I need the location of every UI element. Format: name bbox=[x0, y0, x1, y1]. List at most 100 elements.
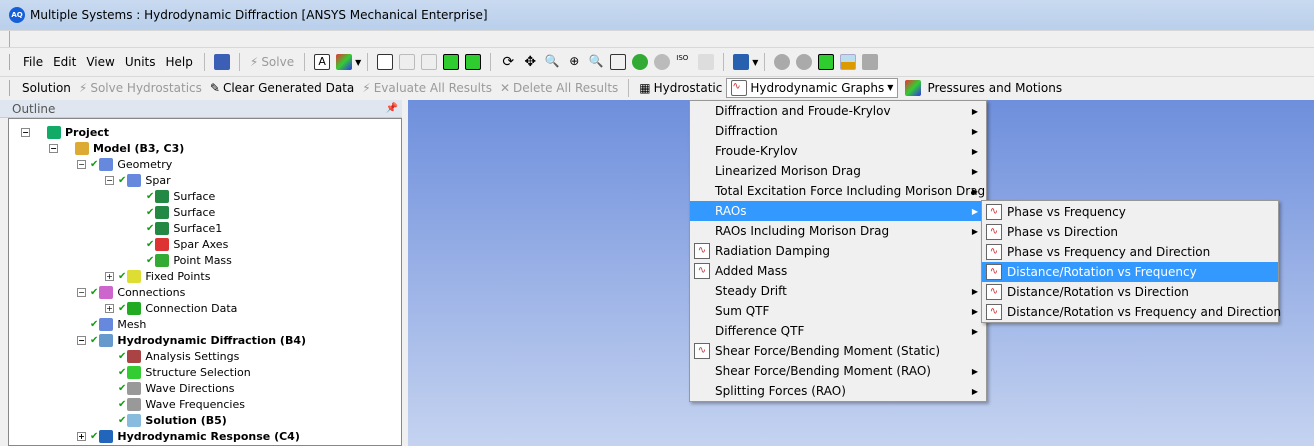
tree-node-label: Point Mass bbox=[173, 253, 232, 267]
toolbar-grip[interactable] bbox=[9, 54, 12, 70]
select-bodies-icon[interactable] bbox=[465, 54, 482, 70]
menu-item[interactable]: Shear Force/Bending Moment (RAO) ▶ bbox=[690, 361, 986, 381]
menu-item[interactable]: Steady Drift ▶ bbox=[690, 281, 986, 301]
toolbar-grip[interactable] bbox=[9, 79, 12, 96]
tree-node[interactable]: + ✔ Connection Data bbox=[105, 300, 237, 316]
tree-node[interactable]: ✔ Structure Selection bbox=[105, 364, 251, 380]
pin-icon[interactable]: 📌 bbox=[386, 100, 398, 118]
tree-node[interactable]: + ✔ Fixed Points bbox=[105, 268, 210, 284]
select-face-icon[interactable] bbox=[421, 54, 438, 70]
expand-icon[interactable]: + bbox=[105, 271, 114, 281]
menu-item[interactable]: Linearized Morison Drag ▶ bbox=[690, 161, 986, 181]
hex-icon-2[interactable] bbox=[796, 54, 813, 70]
look-at-icon[interactable] bbox=[698, 54, 715, 70]
pressures-and-motions-button[interactable]: Pressures and Motions bbox=[898, 79, 1066, 96]
collapse-icon[interactable]: − bbox=[77, 159, 86, 169]
menu-item[interactable]: Total Excitation Force Including Morison… bbox=[690, 181, 986, 201]
expand-icon[interactable]: + bbox=[105, 303, 114, 313]
zoom-fit-icon[interactable] bbox=[610, 54, 627, 70]
previous-view-icon[interactable] bbox=[632, 54, 649, 70]
submenu-item[interactable]: ∿ Distance/Rotation vs Frequency and Dire… bbox=[982, 302, 1281, 322]
select-body-icon[interactable] bbox=[443, 54, 460, 70]
save-icon[interactable] bbox=[213, 54, 230, 70]
toolbar-grip[interactable] bbox=[9, 31, 12, 47]
menu-item[interactable]: ∿ Shear Force/Bending Moment (Static) bbox=[690, 341, 986, 361]
menu-item[interactable]: Splitting Forces (RAO) ▶ bbox=[690, 381, 986, 401]
tree-node[interactable]: + ✔ Hydrodynamic Response (C4) bbox=[77, 428, 300, 444]
hydrostatic-button[interactable]: ▦ Hydrostatic bbox=[635, 81, 726, 95]
next-view-icon[interactable] bbox=[654, 54, 671, 70]
menu-item[interactable]: ∿ Radiation Damping bbox=[690, 241, 986, 261]
submenu-item[interactable]: ∿ Distance/Rotation vs Frequency bbox=[982, 262, 1278, 282]
menu-file[interactable]: File bbox=[18, 55, 48, 69]
solve-hydrostatics-button[interactable]: ⚡ Solve Hydrostatics bbox=[75, 81, 206, 95]
annotation-icon[interactable]: A bbox=[314, 54, 331, 70]
tree-node[interactable]: − ✔ Geometry bbox=[77, 156, 172, 172]
tree-item-icon bbox=[155, 237, 170, 251]
pan-icon[interactable]: ✥ bbox=[522, 54, 538, 70]
submenu-item[interactable]: ∿ Phase vs Direction bbox=[982, 222, 1278, 242]
menu-item[interactable]: ∿ Added Mass bbox=[690, 261, 986, 281]
menu-item[interactable]: Sum QTF ▶ bbox=[690, 301, 986, 321]
tree-node[interactable]: ✔ Analysis Settings bbox=[105, 348, 239, 364]
eraser-icon: ✎ bbox=[209, 80, 220, 95]
grid-icon[interactable] bbox=[862, 54, 879, 70]
submenu-item[interactable]: ∿ Distance/Rotation vs Direction bbox=[982, 282, 1278, 302]
tree-node[interactable]: ✔ Wave Frequencies bbox=[105, 396, 245, 412]
tree-node[interactable]: ✔ Wave Directions bbox=[105, 380, 235, 396]
table-icon: ▦ bbox=[639, 80, 651, 95]
tree-node[interactable]: − ✔ Hydrodynamic Diffraction (B4) bbox=[77, 332, 306, 348]
clear-generated-data-button[interactable]: ✎ Clear Generated Data bbox=[206, 81, 358, 95]
collapse-icon[interactable]: − bbox=[77, 335, 86, 345]
tree-node[interactable]: − ✔ Connections bbox=[77, 284, 185, 300]
select-vertex-icon[interactable] bbox=[377, 54, 394, 70]
expand-icon[interactable]: + bbox=[77, 431, 86, 441]
submenu-item[interactable]: ∿ Phase vs Frequency bbox=[982, 202, 1278, 222]
tree-node[interactable]: − Project bbox=[21, 124, 109, 140]
tree-node[interactable]: ✔ Surface bbox=[133, 188, 215, 204]
check-icon: ✔ bbox=[146, 254, 155, 266]
display-mode-icon[interactable] bbox=[336, 54, 353, 70]
menu-units[interactable]: Units bbox=[120, 55, 161, 69]
menu-item[interactable]: Diffraction ▶ bbox=[690, 121, 986, 141]
evaluate-all-results-button[interactable]: ⚡ Evaluate All Results bbox=[358, 81, 496, 95]
hydrodynamic-graphs-dropdown[interactable]: ∿ Hydrodynamic Graphs ▼ bbox=[726, 77, 899, 98]
tree-node[interactable]: − ✔ Spar bbox=[105, 172, 171, 188]
menu-help[interactable]: Help bbox=[161, 55, 198, 69]
solve-button[interactable]: ⚡ Solve bbox=[246, 55, 298, 69]
view-cube-icon[interactable] bbox=[733, 54, 750, 70]
tree-node[interactable]: ✔ Solution (B5) bbox=[105, 412, 227, 428]
collapse-icon[interactable]: − bbox=[105, 175, 114, 185]
menu-view[interactable]: View bbox=[81, 55, 119, 69]
body-icon[interactable] bbox=[818, 54, 835, 70]
menu-item[interactable]: Diffraction and Froude-Krylov ▶ bbox=[690, 101, 986, 121]
water-icon[interactable] bbox=[840, 54, 857, 70]
zoom-icon[interactable]: 🔍 bbox=[544, 54, 560, 70]
zoom-in-icon[interactable]: ⊕ bbox=[566, 54, 582, 70]
tree-node[interactable]: ✔ Surface1 bbox=[133, 220, 222, 236]
select-edge-icon[interactable] bbox=[399, 54, 416, 70]
collapse-icon[interactable]: − bbox=[77, 287, 86, 297]
tree-node[interactable]: ✔ Point Mass bbox=[133, 252, 232, 268]
rotate-icon[interactable]: ⟳ bbox=[500, 54, 516, 70]
tree-node-label: Mesh bbox=[117, 317, 147, 331]
menu-item[interactable]: RAOs ▶ bbox=[690, 201, 986, 221]
zoom-box-icon[interactable]: 🔍 bbox=[588, 54, 604, 70]
tree-node-label: Spar Axes bbox=[173, 237, 229, 251]
tree-node[interactable]: − Model (B3, C3) bbox=[49, 140, 184, 156]
tree-item-icon bbox=[99, 285, 114, 299]
menu-item[interactable]: RAOs Including Morison Drag ▶ bbox=[690, 221, 986, 241]
delete-all-results-button[interactable]: ✕ Delete All Results bbox=[496, 81, 622, 95]
collapse-icon[interactable]: − bbox=[21, 127, 30, 137]
iso-view-icon[interactable]: ISO bbox=[676, 54, 692, 70]
tree-node[interactable]: ✔ Spar Axes bbox=[133, 236, 228, 252]
submenu-item[interactable]: ∿ Phase vs Frequency and Direction bbox=[982, 242, 1278, 262]
tree-node[interactable]: ✔ Surface bbox=[133, 204, 215, 220]
menu-edit[interactable]: Edit bbox=[48, 55, 81, 69]
menu-item[interactable]: Difference QTF ▶ bbox=[690, 321, 986, 341]
tree-node[interactable]: ✔ Mesh bbox=[77, 316, 146, 332]
menu-item[interactable]: Froude-Krylov ▶ bbox=[690, 141, 986, 161]
pressures-icon bbox=[905, 79, 922, 96]
hex-icon[interactable] bbox=[774, 54, 791, 70]
collapse-icon[interactable]: − bbox=[49, 143, 58, 153]
